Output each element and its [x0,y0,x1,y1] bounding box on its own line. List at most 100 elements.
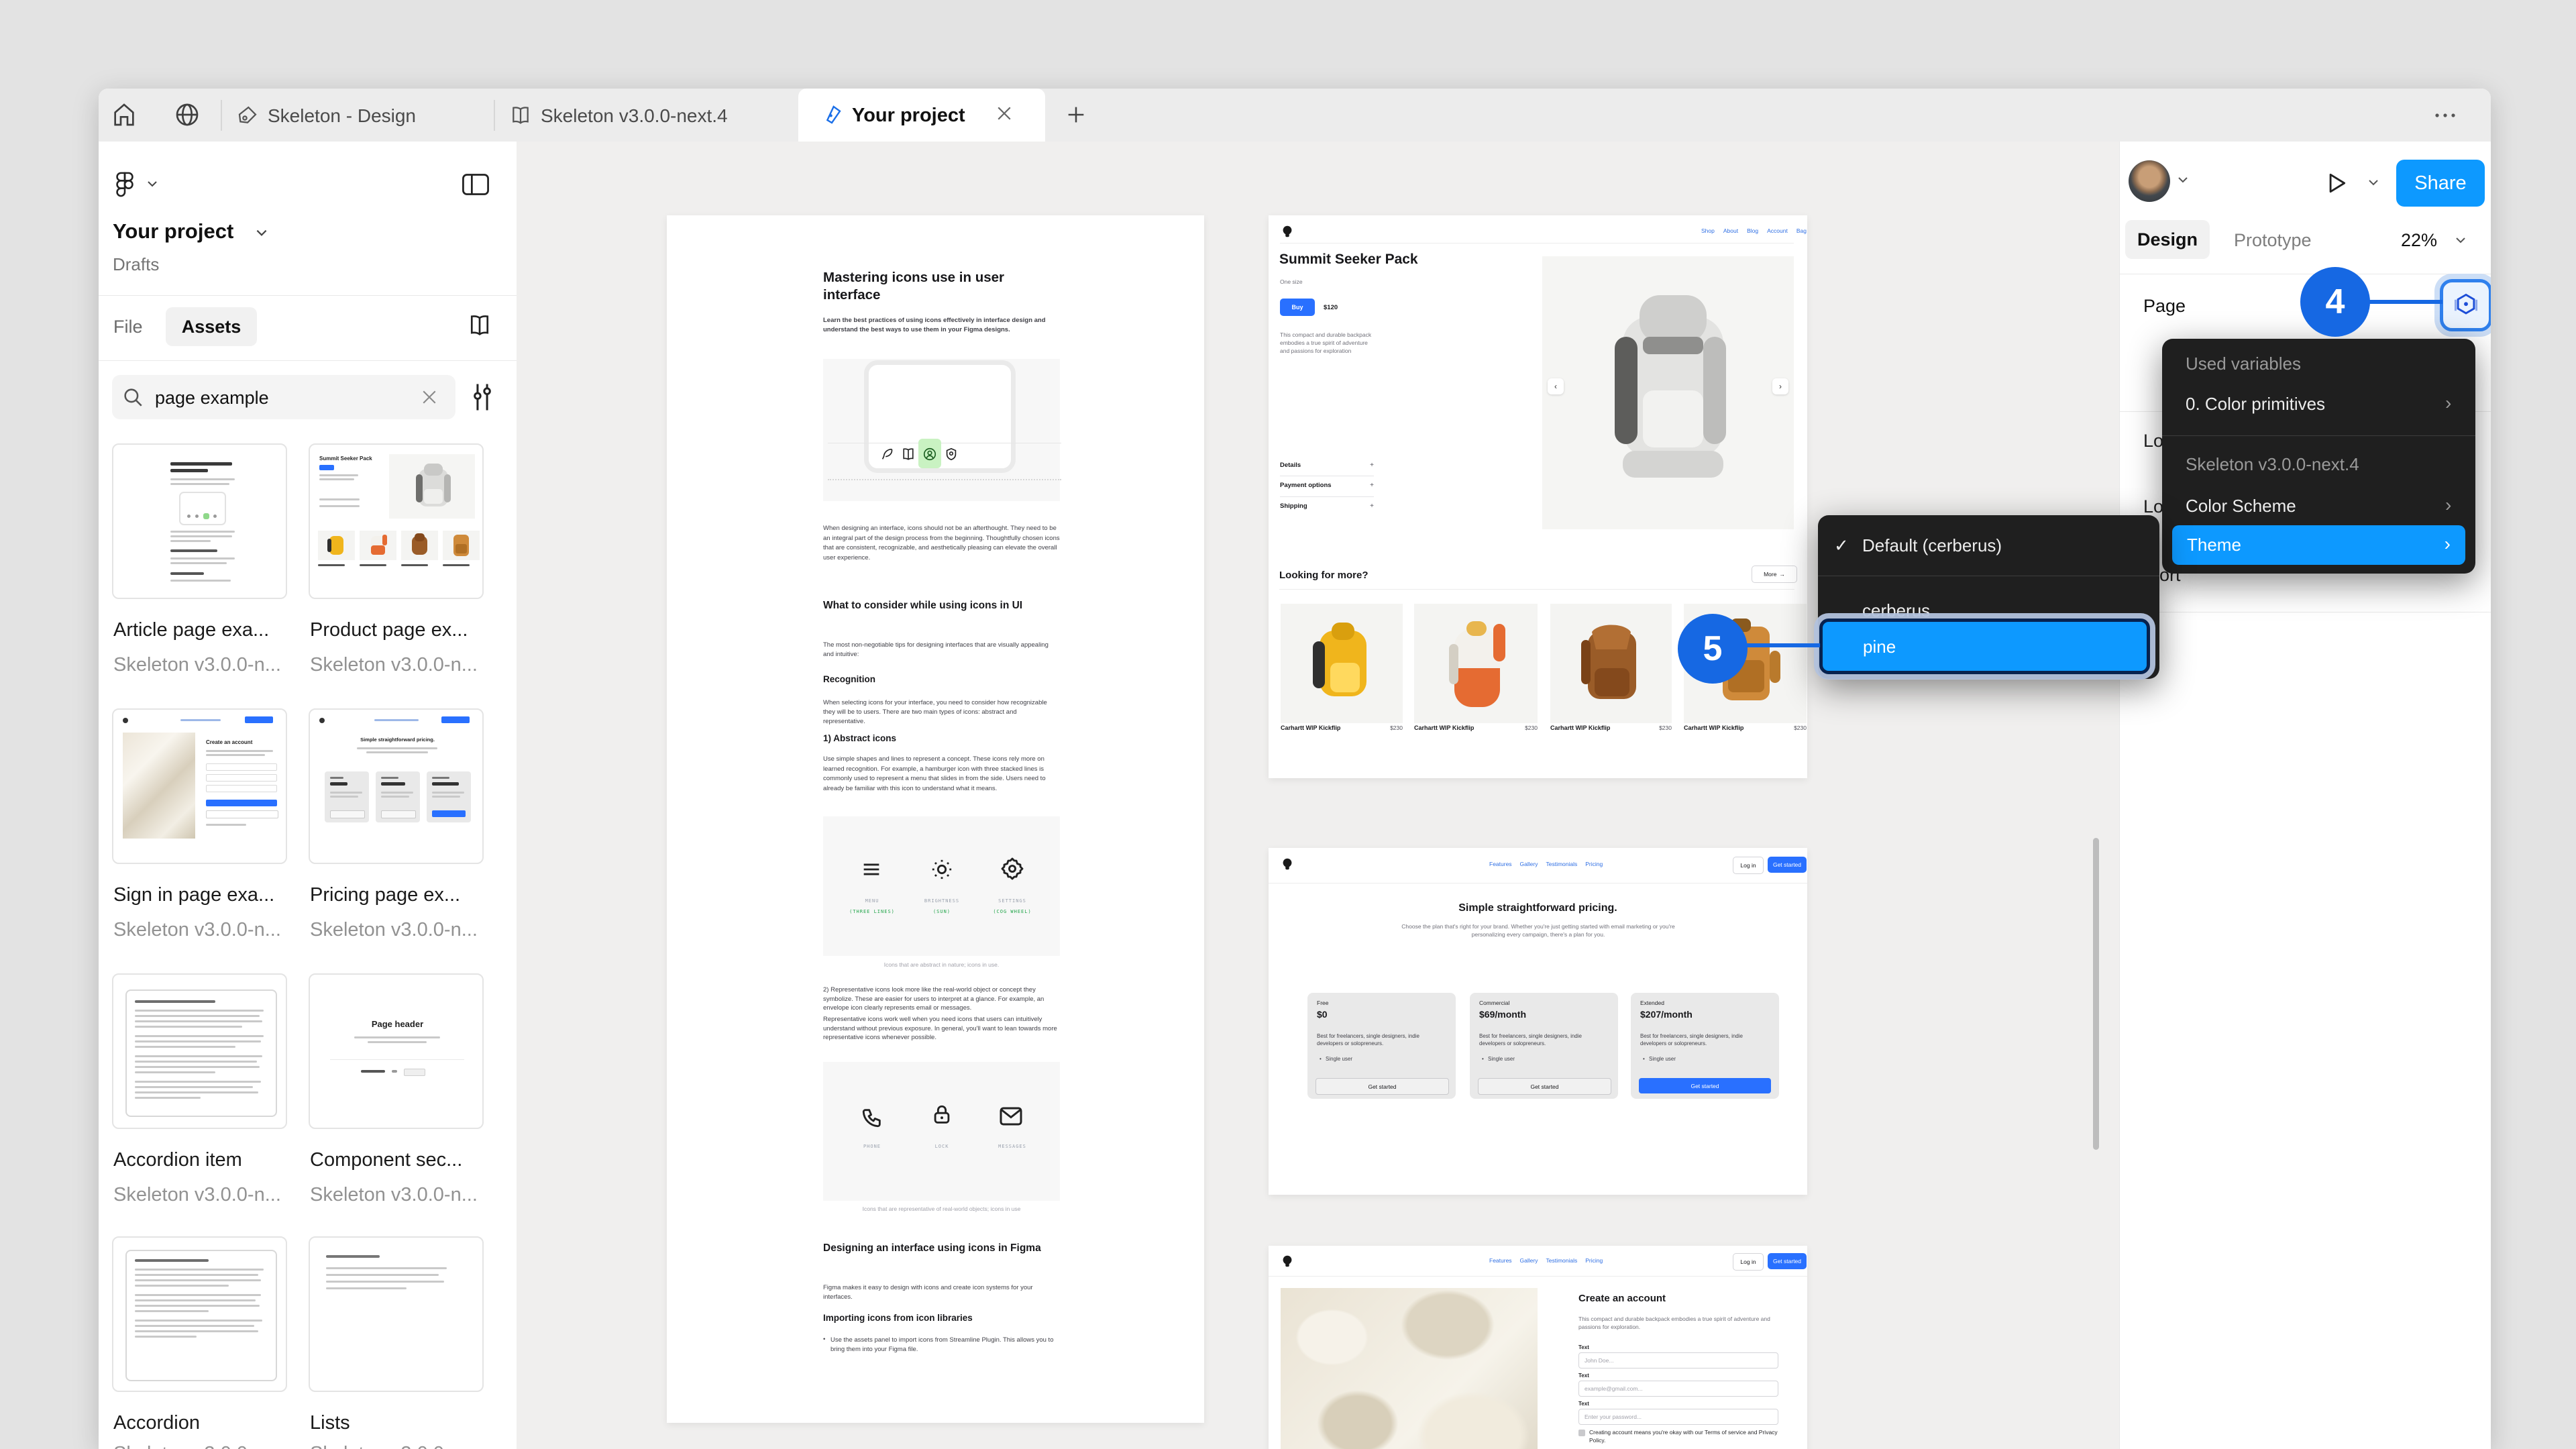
tab-file[interactable]: File [113,317,143,337]
plan-card-commercial[interactable]: Commercial $69/month Best for freelancer… [1470,993,1618,1099]
tab-assets-active[interactable]: Assets [166,307,257,346]
carousel-next-icon[interactable]: › [1772,378,1788,394]
share-button[interactable]: Share [2396,160,2485,207]
get-started-button[interactable]: Get started [1768,857,1807,873]
buy-button[interactable]: Buy [1280,299,1315,316]
canvas-frame-signup[interactable]: Features Gallery Testimonials Pricing Lo… [1269,1246,1807,1449]
plan-cta-button[interactable]: Get started [1316,1078,1449,1095]
nav-link[interactable]: About [1723,227,1738,234]
chevron-down-icon[interactable] [254,227,269,238]
nav-link[interactable]: Pricing [1585,1257,1603,1264]
community-globe-icon[interactable] [174,101,201,128]
chevron-down-icon[interactable] [146,179,159,189]
nav-link[interactable]: Blog [1747,227,1758,234]
asset-card-article[interactable] [112,443,287,599]
menu-item-color-scheme[interactable]: Color Scheme [2186,496,2296,517]
asset-card-lists[interactable] [309,1236,484,1392]
nav-link[interactable]: Features [1489,1257,1512,1264]
window-more-icon[interactable] [2432,106,2459,125]
product-card[interactable] [1550,604,1672,723]
get-started-label: Get started [1772,1258,1802,1265]
asset-subtitle: Skeleton v3.0.0-n... [310,1443,498,1449]
accordion-row-shipping[interactable]: Shipping + [1280,497,1374,517]
thumb-mini-card [443,531,480,560]
nav-link[interactable]: Pricing [1585,861,1603,867]
clear-search-icon[interactable] [419,387,439,407]
page-title[interactable]: Your project [113,219,233,244]
plan-card-extended[interactable]: Extended $207/month Best for freelancers… [1631,993,1779,1099]
nav-link[interactable]: Testimonials [1546,1257,1577,1264]
asset-card-signin[interactable]: Create an account [112,708,287,864]
home-icon[interactable] [111,101,138,128]
name-field[interactable]: John Doe... [1578,1352,1778,1368]
right-panel: Share Design Prototype 22% Page Loc Loc … [2119,142,2491,1449]
design-canvas[interactable]: Mastering icons use in user interface Le… [517,142,2120,1449]
icon-sublabel: (THREE LINES) [849,909,895,914]
asset-card-accordion[interactable] [112,1236,287,1392]
canvas-frame-article[interactable]: Mastering icons use in user interface Le… [667,215,1204,1423]
present-play-icon[interactable] [2323,170,2349,196]
icon-label: MENU [865,898,879,904]
tab-prototype[interactable]: Prototype [2234,230,2312,251]
tab-label: Your project [852,105,965,126]
section-page-label[interactable]: Page [2143,296,2186,317]
menu-item-theme-highlighted[interactable]: Theme › [2172,525,2465,565]
get-started-button[interactable]: Get started [1768,1253,1807,1269]
carousel-prev-icon[interactable]: ‹ [1548,378,1564,394]
accordion-row-payment[interactable]: Payment options + [1280,476,1374,496]
icon-label: SETTINGS [998,898,1026,904]
menu-item-pine-highlighted[interactable]: pine [1819,619,2150,674]
menu-item-default-cerberus[interactable]: Default (cerberus) [1862,535,2002,556]
zoom-level[interactable]: 22% [2401,230,2437,251]
divider [99,295,517,296]
plan-cta-button-primary[interactable]: Get started [1639,1078,1771,1093]
accordion-row-details[interactable]: Details + [1280,460,1374,476]
nav-link[interactable]: Gallery [1520,1257,1538,1264]
thumb-title: Create an account [206,739,253,745]
nav-link[interactable]: Features [1489,861,1512,867]
product-card[interactable] [1414,604,1538,723]
plan-cta-button[interactable]: Get started [1478,1078,1611,1095]
search-box[interactable] [112,375,455,419]
more-button[interactable]: More → [1752,566,1797,583]
chevron-down-icon[interactable] [2176,175,2190,184]
chevron-down-icon[interactable] [2454,235,2467,245]
nav-link[interactable]: Bag [1796,227,1807,234]
tab-skeleton-library[interactable]: Skeleton v3.0.0-next.4 [494,89,798,142]
close-tab-icon[interactable] [994,103,1014,123]
new-tab-plus-icon[interactable] [1065,103,1087,126]
tab-design-active[interactable]: Design [2125,220,2210,259]
canvas-frame-pricing[interactable]: Features Gallery Testimonials Pricing Lo… [1269,848,1807,1195]
tab-assets-label: Assets [181,316,241,337]
figma-logo-icon[interactable] [113,171,137,198]
asset-card-component-section[interactable]: Page header [309,973,484,1129]
asset-card-accordion-item[interactable] [112,973,287,1129]
canvas-frame-product[interactable]: Shop About Blog Account Bag Summit Seeke… [1269,215,1807,778]
browser-tab-bar: Skeleton - Design Skeleton v3.0.0-next.4… [99,89,2491,142]
login-button[interactable]: Log in [1733,1253,1764,1271]
libraries-book-icon[interactable] [467,313,492,337]
email-field[interactable]: example@gmail.com... [1578,1381,1778,1397]
menu-item-color-primitives[interactable]: 0. Color primitives [2186,394,2325,415]
tab-skeleton-design[interactable]: Skeleton - Design [221,89,494,142]
password-field[interactable]: Enter your password... [1578,1409,1778,1425]
filter-icon[interactable] [469,382,496,413]
asset-card-product[interactable]: Summit Seeker Pack [309,443,484,599]
login-button[interactable]: Log in [1733,857,1764,874]
asset-card-pricing[interactable]: Simple straightforward pricing. [309,708,484,864]
plan-feature: Single user [1649,1056,1676,1062]
product-card[interactable] [1281,604,1403,723]
nav-link[interactable]: Shop [1701,227,1715,234]
terms-checkbox[interactable] [1578,1430,1585,1436]
nav-link[interactable]: Testimonials [1546,861,1577,867]
nav-link[interactable]: Account [1767,227,1788,234]
chevron-down-icon[interactable] [2367,178,2380,187]
canvas-scrollbar[interactable] [2093,838,2099,1150]
avatar[interactable] [2129,160,2170,202]
nav-link[interactable]: Gallery [1520,861,1538,867]
plan-card-free[interactable]: Free $0 Best for freelancers, single des… [1307,993,1456,1099]
tab-your-project-active[interactable]: Your project [798,89,1045,142]
search-input[interactable] [154,383,398,413]
apply-variables-button[interactable] [2440,279,2491,331]
toggle-sidebar-icon[interactable] [462,173,490,196]
